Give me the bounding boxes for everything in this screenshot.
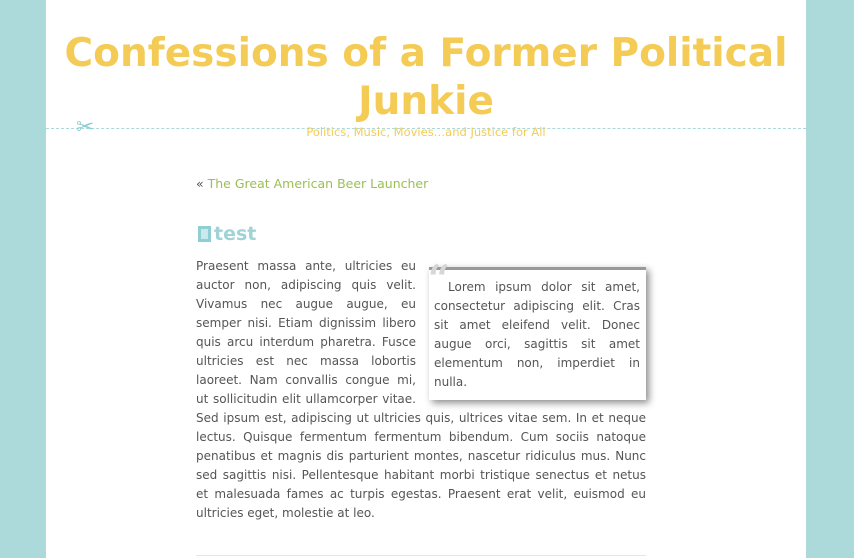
pullquote: “ Lorem ipsum dolor sit amet, consectetu… bbox=[428, 260, 646, 400]
pullquote-text: Lorem ipsum dolor sit amet, consectetur … bbox=[434, 280, 640, 389]
document-icon bbox=[198, 226, 211, 242]
post-footer-divider bbox=[196, 555, 646, 556]
site-title[interactable]: Confessions of a Former Political Junkie bbox=[46, 30, 806, 126]
prev-arrow: « bbox=[196, 176, 208, 191]
page-container: Confessions of a Former Political Junkie… bbox=[46, 0, 806, 558]
previous-post-link[interactable]: The Great American Beer Launcher bbox=[208, 176, 429, 191]
post-content: “ Lorem ipsum dolor sit amet, consectetu… bbox=[196, 257, 646, 523]
post-title-text[interactable]: test bbox=[214, 223, 256, 245]
post-title[interactable]: test bbox=[198, 222, 256, 246]
previous-post-nav: « The Great American Beer Launcher bbox=[196, 176, 428, 192]
site-tagline: Politics, Music, Movies…and Justice for … bbox=[306, 125, 546, 139]
